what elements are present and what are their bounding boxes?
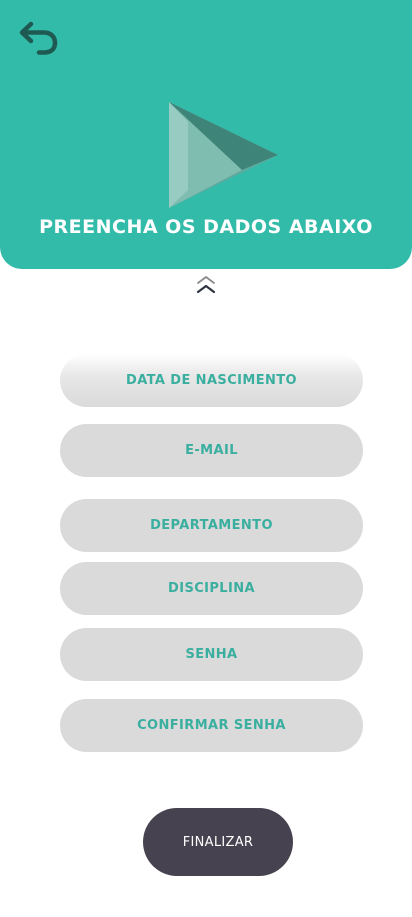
undo-arrow-icon bbox=[19, 21, 58, 55]
department-field[interactable]: DEPARTAMENTO bbox=[60, 499, 363, 552]
play-triangle-logo bbox=[169, 102, 278, 208]
double-chevron-up-icon[interactable] bbox=[193, 273, 219, 297]
password-field[interactable]: SENHA bbox=[60, 628, 363, 681]
confirm-password-field[interactable]: CONFIRMAR SENHA bbox=[60, 699, 363, 752]
page-title: PREENCHA OS DADOS ABAIXO bbox=[39, 216, 373, 238]
discipline-field[interactable]: DISCIPLINA bbox=[60, 562, 363, 615]
header: PREENCHA OS DADOS ABAIXO bbox=[0, 0, 412, 269]
finish-button[interactable]: FINALIZAR bbox=[143, 808, 293, 876]
email-field[interactable]: E-MAIL bbox=[60, 424, 363, 477]
back-button[interactable] bbox=[15, 17, 61, 57]
birth-date-field[interactable]: DATA DE NASCIMENTO bbox=[60, 354, 363, 407]
